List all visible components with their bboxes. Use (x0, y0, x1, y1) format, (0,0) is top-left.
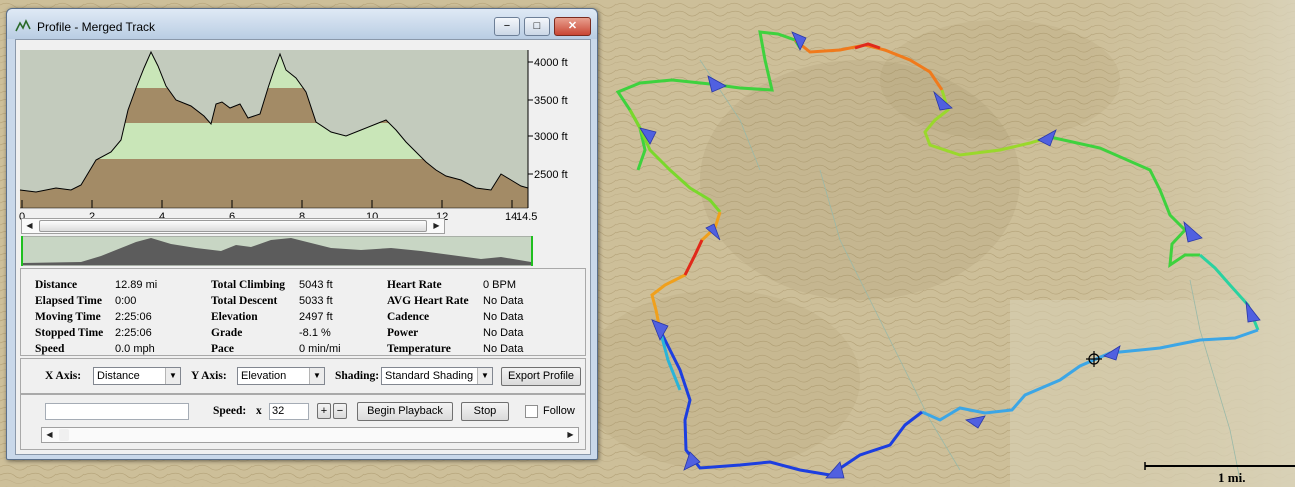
scroll-thumb[interactable] (39, 220, 427, 232)
axis-options: X Axis: Distance ▼ Y Axis: Elevation ▼ S… (20, 358, 586, 394)
stat-value: 0 min/mi (299, 343, 341, 355)
stat-label: Total Climbing (211, 279, 286, 291)
playback-controls: Speed: x 32 + − Begin Playback Stop Foll… (20, 394, 586, 450)
shading-select[interactable]: Standard Shading ▼ (381, 367, 493, 385)
chevron-down-icon[interactable]: ▼ (477, 368, 492, 384)
stat-value: 2:25:06 (115, 311, 152, 323)
track-name-field[interactable] (45, 403, 189, 420)
stat-value: 0:00 (115, 295, 137, 307)
profile-window[interactable]: Profile - Merged Track − □ ✕ 4000 ft 350… (6, 8, 598, 460)
x-axis-select-value: Distance (97, 370, 140, 382)
chevron-down-icon[interactable]: ▼ (309, 368, 324, 384)
scroll-left-icon[interactable]: ◀ (42, 428, 57, 442)
playback-scrollbar[interactable]: ◀ ▶ (41, 427, 579, 443)
x-tick-label: 14.5 (516, 211, 537, 223)
follow-checkbox[interactable] (525, 405, 538, 418)
chevron-down-icon[interactable]: ▼ (165, 368, 180, 384)
title-bar[interactable]: Profile - Merged Track − □ ✕ (7, 9, 597, 39)
speed-decrease-button[interactable]: − (333, 403, 347, 419)
scroll-right-icon[interactable]: ▶ (429, 219, 444, 233)
stat-value: No Data (483, 343, 524, 355)
stat-value: 5033 ft (299, 295, 333, 307)
y-axis-select-value: Elevation (241, 370, 287, 382)
shading-select-value: Standard Shading (385, 370, 474, 382)
speed-increase-button[interactable]: + (317, 403, 331, 419)
stat-label: Speed (35, 343, 65, 355)
x-axis-select[interactable]: Distance ▼ (93, 367, 181, 385)
x-axis-label: X Axis: (45, 370, 82, 382)
begin-playback-button[interactable]: Begin Playback (357, 402, 453, 421)
shading-label: Shading: (335, 370, 380, 382)
y-tick-label: 3000 ft (534, 131, 568, 143)
stat-label: Pace (211, 343, 234, 355)
stat-value: No Data (483, 311, 524, 323)
stat-value: 5043 ft (299, 279, 333, 291)
minimize-button[interactable]: − (494, 17, 520, 36)
stat-value: 2:25:06 (115, 327, 152, 339)
window-title: Profile - Merged Track (37, 20, 156, 34)
close-button[interactable]: ✕ (554, 17, 591, 36)
scale-label: 1 mi. (1218, 470, 1246, 485)
maximize-button[interactable]: □ (524, 17, 550, 36)
stat-label: Distance (35, 279, 78, 291)
stat-value: -8.1 % (299, 327, 331, 339)
profile-track-icon (15, 19, 31, 32)
stat-label: Power (387, 327, 419, 339)
overview-profile[interactable] (21, 236, 533, 266)
y-axis-select[interactable]: Elevation ▼ (237, 367, 325, 385)
speed-label: Speed: (213, 405, 247, 417)
scroll-left-icon[interactable]: ◀ (22, 219, 37, 233)
scroll-thumb[interactable] (59, 429, 69, 441)
stat-label: Moving Time (35, 311, 101, 323)
y-tick-label: 4000 ft (534, 57, 568, 69)
track-statistics: Distance 12.89 mi Elapsed Time 0:00 Movi… (20, 268, 586, 356)
stat-label: Elapsed Time (35, 295, 102, 307)
stat-label: Stopped Time (35, 327, 104, 339)
y-tick-label: 2500 ft (534, 169, 568, 181)
stat-value: 12.89 mi (115, 279, 158, 291)
stat-value: 0 BPM (483, 279, 517, 291)
export-profile-button[interactable]: Export Profile (501, 367, 581, 386)
stat-label: Total Descent (211, 295, 278, 307)
stat-value: No Data (483, 295, 524, 307)
y-tick-label: 3500 ft (534, 95, 568, 107)
stat-label: Grade (211, 327, 243, 339)
scroll-right-icon[interactable]: ▶ (563, 428, 578, 442)
stat-value: No Data (483, 327, 524, 339)
elevation-profile-chart[interactable]: 4000 ft 3500 ft 3000 ft 2500 ft 0 2 4 6 … (16, 40, 590, 230)
stop-button[interactable]: Stop (461, 402, 509, 421)
speed-multiplier-label: x (256, 405, 262, 417)
stat-label: Temperature (387, 343, 451, 355)
y-axis-label: Y Axis: (191, 370, 227, 382)
profile-scrollbar[interactable]: ◀ ▶ (21, 218, 445, 234)
stat-value: 0.0 mph (115, 343, 155, 355)
stat-label: Heart Rate (387, 279, 442, 291)
stat-value: 2497 ft (299, 311, 333, 323)
window-client: 4000 ft 3500 ft 3000 ft 2500 ft 0 2 4 6 … (15, 39, 591, 455)
stat-label: Elevation (211, 311, 258, 323)
speed-input[interactable]: 32 (269, 403, 309, 420)
stat-label: Cadence (387, 311, 430, 323)
follow-label: Follow (543, 405, 575, 417)
stat-label: AVG Heart Rate (387, 295, 469, 307)
